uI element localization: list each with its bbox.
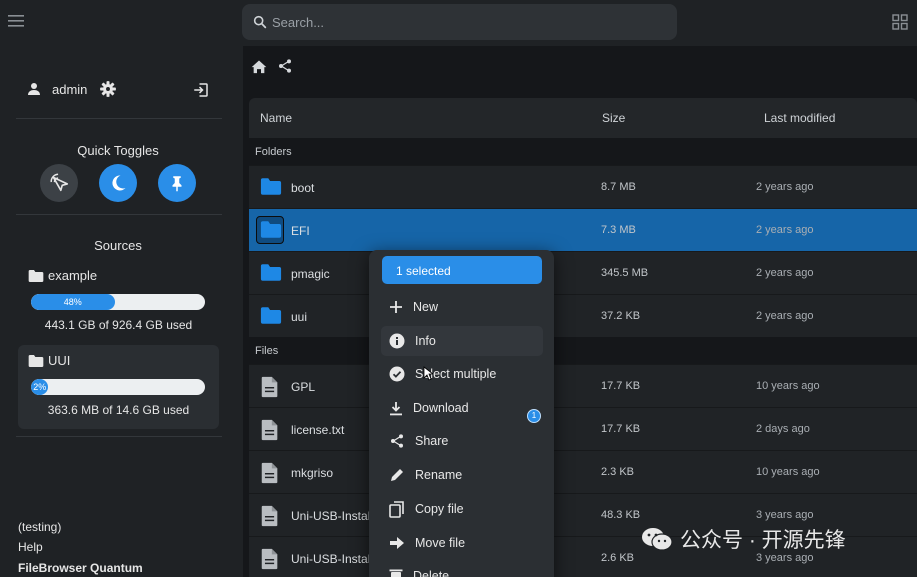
source-name: UUI bbox=[28, 353, 70, 368]
source-name: example bbox=[28, 268, 97, 283]
file-row-mkgriso[interactable]: mkgriso 2.3 KB 10 years ago bbox=[249, 450, 917, 493]
column-name[interactable]: Name bbox=[260, 111, 292, 125]
search-icon bbox=[252, 14, 268, 30]
column-last-modified[interactable]: Last modified bbox=[764, 111, 835, 125]
file-icon bbox=[260, 505, 280, 527]
folder-row-efi[interactable]: EFI 7.3 MB 2 years ago bbox=[249, 208, 917, 251]
divider bbox=[16, 436, 222, 437]
click-toggle-button[interactable] bbox=[40, 164, 78, 202]
gear-icon[interactable] bbox=[99, 80, 117, 98]
usage-bar: 2% bbox=[31, 379, 205, 395]
menu-item-delete[interactable]: Delete bbox=[381, 561, 543, 577]
selection-count-badge: 1 selected bbox=[382, 256, 542, 284]
folder-icon bbox=[260, 177, 282, 196]
menu-item-info[interactable]: Info bbox=[381, 326, 543, 356]
list-header: Name Size Last modified bbox=[249, 98, 917, 138]
search-input[interactable] bbox=[272, 14, 652, 30]
divider bbox=[16, 214, 222, 215]
menu-item-move-file[interactable]: Move file bbox=[381, 528, 543, 558]
quick-toggles-title: Quick Toggles bbox=[77, 143, 159, 158]
folder-row-pmagic[interactable]: pmagic 345.5 MB 2 years ago bbox=[249, 251, 917, 294]
folder-row-boot[interactable]: boot 8.7 MB 2 years ago bbox=[249, 165, 917, 208]
file-icon bbox=[260, 462, 280, 484]
source-item-uui[interactable]: UUI 2% 363.6 MB of 14.6 GB used bbox=[18, 345, 219, 429]
divider bbox=[16, 118, 222, 119]
logout-icon[interactable] bbox=[192, 81, 210, 99]
moon-icon bbox=[108, 173, 128, 193]
wechat-icon bbox=[640, 526, 674, 552]
view-grid-icon[interactable] bbox=[892, 14, 908, 30]
usage-bar-fill: 2% bbox=[31, 379, 49, 395]
home-icon[interactable] bbox=[251, 59, 267, 74]
dark-mode-toggle-button[interactable] bbox=[99, 164, 137, 202]
menu-item-new[interactable]: New bbox=[381, 292, 543, 322]
username[interactable]: admin bbox=[52, 82, 87, 97]
search-bar[interactable] bbox=[242, 4, 677, 40]
pencil-icon bbox=[381, 467, 415, 483]
file-icon bbox=[260, 419, 280, 441]
cursor-click-icon bbox=[48, 172, 70, 194]
folder-icon bbox=[260, 306, 282, 325]
folder-icon bbox=[260, 263, 282, 282]
menu-item-select-multiple[interactable]: Select multiple bbox=[381, 359, 543, 389]
file-icon bbox=[260, 376, 280, 398]
user-row: admin bbox=[26, 80, 216, 98]
copy-icon bbox=[381, 500, 415, 518]
menu-item-rename[interactable]: Rename bbox=[381, 460, 543, 490]
usage-text: 363.6 MB of 14.6 GB used bbox=[47, 403, 190, 417]
folder-row-uui[interactable]: uui 37.2 KB 2 years ago bbox=[249, 294, 917, 337]
menu-item-share[interactable]: Share bbox=[381, 426, 543, 456]
files-section-label: Files bbox=[255, 345, 279, 357]
testing-label: (testing) bbox=[18, 520, 62, 534]
trash-icon bbox=[381, 568, 413, 577]
menu-item-download[interactable]: Download bbox=[381, 393, 543, 423]
folder-icon bbox=[260, 220, 282, 239]
plus-icon bbox=[381, 300, 413, 314]
pin-icon bbox=[168, 173, 186, 193]
menu-item-copy-file[interactable]: Copy file bbox=[381, 494, 543, 524]
mouse-cursor-icon bbox=[423, 366, 433, 381]
file-list: Name Size Last modified Folders boot 8.7… bbox=[249, 98, 917, 577]
help-link[interactable]: Help bbox=[18, 540, 43, 554]
breadcrumb bbox=[251, 58, 293, 74]
sidebar: admin Quick Toggles Sources example 48% … bbox=[0, 44, 236, 577]
folder-icon bbox=[28, 269, 44, 283]
pin-toggle-button[interactable] bbox=[158, 164, 196, 202]
hamburger-menu-icon[interactable] bbox=[8, 14, 26, 30]
file-icon bbox=[260, 548, 280, 570]
share-icon[interactable] bbox=[277, 58, 293, 74]
arrow-right-icon bbox=[381, 536, 415, 550]
usage-text: 443.1 GB of 926.4 GB used bbox=[44, 318, 193, 332]
usage-bar: 48% bbox=[31, 294, 205, 310]
person-icon bbox=[26, 81, 42, 97]
main-panel: Name Size Last modified Folders boot 8.7… bbox=[243, 46, 917, 577]
file-row-license[interactable]: license.txt 17.7 KB 2 days ago bbox=[249, 407, 917, 450]
folders-section-label: Folders bbox=[255, 146, 292, 158]
download-badge: 1 bbox=[527, 409, 541, 423]
share-icon bbox=[381, 433, 415, 449]
brand-link[interactable]: FileBrowser Quantum bbox=[18, 561, 143, 575]
check-circle-icon bbox=[381, 366, 415, 382]
download-icon bbox=[381, 401, 413, 416]
source-item-example[interactable]: example 48% 443.1 GB of 926.4 GB used bbox=[18, 260, 219, 340]
info-icon bbox=[381, 333, 415, 349]
folder-icon bbox=[28, 354, 44, 368]
watermark: 公众号 · 开源先锋 bbox=[640, 524, 846, 554]
sources-title: Sources bbox=[94, 238, 142, 253]
file-row-gpl[interactable]: GPL 17.7 KB 10 years ago bbox=[249, 364, 917, 407]
usage-bar-fill: 48% bbox=[31, 294, 115, 310]
column-size[interactable]: Size bbox=[602, 111, 625, 125]
